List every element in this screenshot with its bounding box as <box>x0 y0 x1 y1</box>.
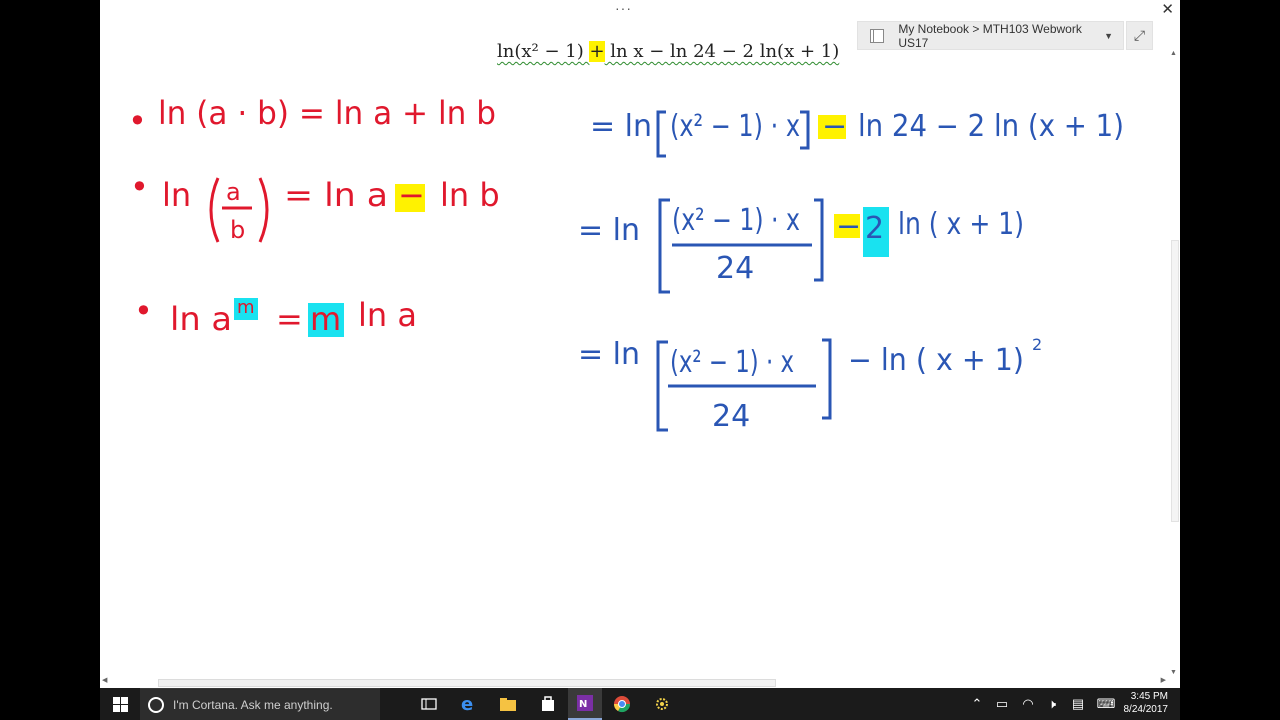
scroll-up-icon[interactable]: ▲ <box>1170 50 1177 57</box>
horizontal-scroll-thumb[interactable] <box>158 679 776 687</box>
clock-time: 3:45 PM <box>1130 691 1168 702</box>
vertical-scrollbar[interactable]: ▲ ▼ <box>1168 50 1180 676</box>
windows-taskbar: I'm Cortana. Ask me anything. e N ⌃ ▭ ◠ … <box>100 688 1180 720</box>
file-explorer-icon[interactable] <box>492 688 524 720</box>
step1-bracket-content: (x² − 1) · x <box>670 109 800 144</box>
rule3-bullet: • <box>134 292 153 330</box>
typed-equation[interactable]: ln(x² − 1) + ln x − ln 24 − 2 ln(x + 1) <box>497 41 839 62</box>
step2-rest: ln ( x + 1) <box>898 207 1024 242</box>
action-center-icon[interactable]: ▤ <box>1068 688 1088 720</box>
rule1-bullet: • <box>128 102 147 140</box>
svg-text:N: N <box>579 699 587 710</box>
rule2-rhs-a: = ln a <box>284 176 388 214</box>
typed-eq-highlight: + <box>589 41 605 62</box>
rule2-numerator: a <box>226 178 241 206</box>
onenote-window: ··· ✕ My Notebook > MTH103 Webwork US17 … <box>100 0 1180 688</box>
taskbar-clock[interactable]: 3:45 PM 8/24/2017 <box>1124 690 1169 716</box>
close-button[interactable]: ✕ <box>1161 0 1174 18</box>
highlight-minus-rule2 <box>395 184 425 212</box>
rule2-left-paren <box>209 177 220 243</box>
rule2-denominator: b <box>230 216 245 244</box>
step2-denominator: 24 <box>716 251 754 286</box>
highlight-minus-step2 <box>834 214 860 238</box>
clock-date: 8/24/2017 <box>1123 704 1169 715</box>
step3-denominator: 24 <box>712 399 750 434</box>
cortana-placeholder: I'm Cortana. Ask me anything. <box>173 697 333 712</box>
windows-start-icon[interactable] <box>100 688 140 720</box>
rule3-coef: m <box>310 300 341 338</box>
highlight-sup-m <box>234 298 258 320</box>
rule3-rhs: ln a <box>358 296 417 334</box>
cortana-icon <box>148 696 164 713</box>
rule2-minus: − <box>398 176 425 214</box>
highlight-coef-2 <box>863 207 889 257</box>
step2-left-bracket <box>658 198 670 294</box>
step3-rest: − ln ( x + 1) <box>848 343 1024 378</box>
volume-icon[interactable]: 🕨 <box>1042 688 1062 720</box>
step1-rest: ln 24 − 2 ln (x + 1) <box>858 109 1124 144</box>
step2-coef: 2 <box>865 211 884 246</box>
chrome-icon[interactable] <box>606 688 638 720</box>
cortana-search-box[interactable]: I'm Cortana. Ask me anything. <box>140 688 380 720</box>
rule2-bullet: • <box>130 168 149 206</box>
wifi-icon[interactable]: ◠ <box>1018 688 1038 720</box>
scroll-left-icon[interactable]: ◀ <box>102 676 107 684</box>
step3-left-bracket <box>656 340 668 432</box>
step3-eq: = ln <box>578 337 640 372</box>
task-view-icon[interactable] <box>414 688 444 720</box>
vertical-scroll-thumb[interactable] <box>1171 240 1179 522</box>
settings-gear-icon[interactable] <box>646 688 678 720</box>
highlight-m-coef <box>308 303 344 337</box>
rule3-equals: = <box>276 300 303 338</box>
svg-text:e: e <box>461 695 473 713</box>
rule1-text: ln (a · b) = ln a + ln b <box>158 94 496 132</box>
edge-icon[interactable]: e <box>452 688 484 720</box>
chevron-up-icon[interactable]: ⌃ <box>968 688 986 720</box>
breadcrumb-label: My Notebook > MTH103 Webwork US17 <box>898 21 1082 50</box>
step2-numerator: (x² − 1) · x <box>672 203 800 238</box>
typed-eq-part-1: ln(x² − 1) <box>497 41 590 62</box>
step2-minus: − <box>836 209 861 244</box>
scroll-down-icon[interactable]: ▼ <box>1170 669 1177 676</box>
rule2-right-paren <box>258 177 269 243</box>
scroll-right-icon[interactable]: ▶ <box>1161 676 1166 684</box>
chevron-down-icon[interactable]: ▼ <box>1104 31 1113 41</box>
title-dots[interactable]: ··· <box>615 0 632 16</box>
step1-eq: = ln <box>590 109 652 144</box>
highlight-minus-step1 <box>818 115 846 139</box>
network-icon[interactable]: ▭ <box>992 688 1012 720</box>
expand-button[interactable]: ⤢ <box>1126 21 1153 50</box>
notebook-breadcrumb[interactable]: My Notebook > MTH103 Webwork US17 ▼ <box>857 21 1124 50</box>
notebook-icon <box>870 28 885 43</box>
horizontal-scrollbar[interactable]: ◀ ▶ <box>100 676 1180 688</box>
step1-right-bracket <box>800 110 810 150</box>
store-icon[interactable] <box>532 688 564 720</box>
rule2-ln: ln <box>162 176 191 214</box>
onenote-icon[interactable]: N <box>568 688 602 720</box>
step3-right-bracket <box>822 338 832 420</box>
keyboard-icon[interactable]: ⌨ <box>1094 688 1118 720</box>
step3-numerator: (x² − 1) · x <box>670 345 794 380</box>
step2-eq: = ln <box>578 213 640 248</box>
step1-left-bracket <box>656 110 666 158</box>
typed-eq-part-2: ln x − ln 24 − 2 ln(x + 1) <box>604 41 840 62</box>
step1-minus: − <box>822 109 847 144</box>
handwritten-ink-canvas: • ln (a · b) = ln a + ln b • ln a b = ln… <box>128 94 1124 434</box>
rule2-rhs-b: ln b <box>440 176 500 214</box>
rule3-lhs: ln a <box>170 300 232 338</box>
step3-exponent: 2 <box>1032 335 1042 354</box>
step2-right-bracket <box>814 198 824 282</box>
rule3-superscript: m <box>237 297 255 318</box>
